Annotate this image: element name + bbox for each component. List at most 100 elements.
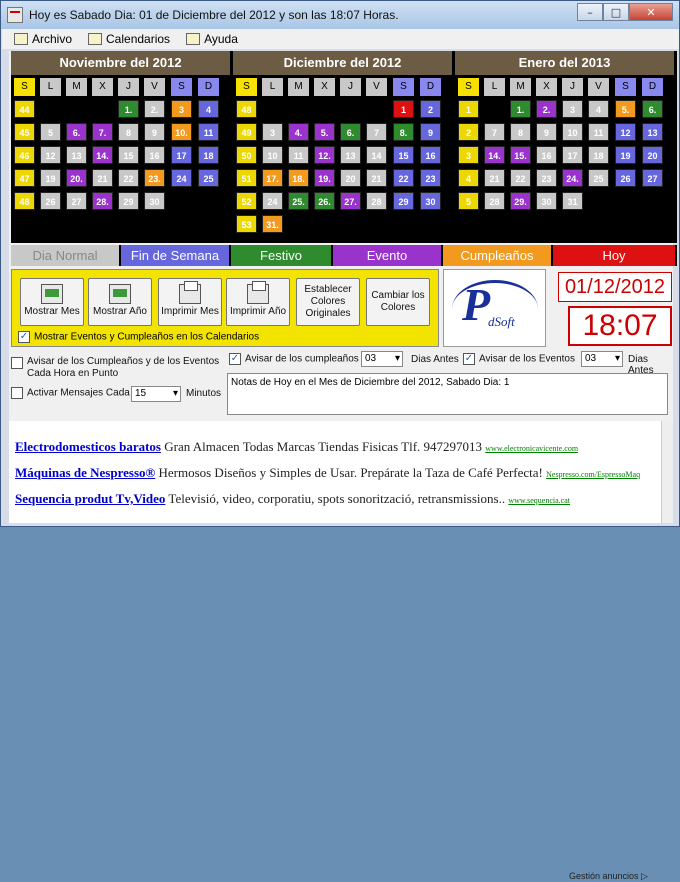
- day-cell[interactable]: 15.: [510, 146, 531, 164]
- day-cell[interactable]: 24.: [562, 169, 583, 187]
- day-cell[interactable]: 27: [66, 192, 87, 210]
- minimize-button[interactable]: –: [577, 3, 603, 21]
- day-cell[interactable]: 2: [420, 100, 441, 118]
- day-cell[interactable]: 29: [393, 192, 414, 210]
- day-cell[interactable]: 18.: [288, 169, 309, 187]
- day-cell[interactable]: 31.: [262, 215, 283, 233]
- imprimir-ano-button[interactable]: Imprimir Año: [226, 278, 290, 326]
- menu-archivo[interactable]: Archivo: [14, 32, 72, 46]
- day-cell[interactable]: 4: [198, 100, 219, 118]
- day-cell[interactable]: 30: [420, 192, 441, 210]
- day-cell[interactable]: 28: [484, 192, 505, 210]
- day-cell[interactable]: 7: [366, 123, 387, 141]
- day-cell[interactable]: 1: [393, 100, 414, 118]
- day-cell[interactable]: 5.: [615, 100, 636, 118]
- day-cell[interactable]: 8: [510, 123, 531, 141]
- day-cell[interactable]: 23: [420, 169, 441, 187]
- day-cell[interactable]: 30: [144, 192, 165, 210]
- day-cell[interactable]: 30: [536, 192, 557, 210]
- day-cell[interactable]: 6.: [66, 123, 87, 141]
- mostrar-ano-button[interactable]: Mostrar Año: [88, 278, 152, 326]
- ad-item[interactable]: Máquinas de Nespresso® Hermosos Diseños …: [15, 465, 640, 481]
- cambiar-colores-button[interactable]: Cambiar los Colores: [366, 278, 430, 326]
- day-cell[interactable]: 9: [144, 123, 165, 141]
- day-cell[interactable]: 3: [171, 100, 192, 118]
- day-cell[interactable]: 5.: [314, 123, 335, 141]
- day-cell[interactable]: 3: [562, 100, 583, 118]
- day-cell[interactable]: 14.: [92, 146, 113, 164]
- day-cell[interactable]: 6.: [642, 100, 663, 118]
- ads-scrollbar[interactable]: [661, 421, 673, 523]
- day-cell[interactable]: 8: [118, 123, 139, 141]
- day-cell[interactable]: 9: [420, 123, 441, 141]
- day-cell[interactable]: 25: [588, 169, 609, 187]
- ad-url[interactable]: Nespresso.com/EspressoMaq: [546, 470, 640, 479]
- day-cell[interactable]: 16: [536, 146, 557, 164]
- day-cell[interactable]: 14.: [484, 146, 505, 164]
- day-cell[interactable]: 12: [40, 146, 61, 164]
- menu-ayuda[interactable]: Ayuda: [186, 32, 238, 46]
- day-cell[interactable]: 16: [420, 146, 441, 164]
- day-cell[interactable]: 6.: [340, 123, 361, 141]
- day-cell[interactable]: 14: [366, 146, 387, 164]
- day-cell[interactable]: 26: [615, 169, 636, 187]
- day-cell[interactable]: 19: [40, 169, 61, 187]
- day-cell[interactable]: 12: [615, 123, 636, 141]
- ad-item[interactable]: Sequencia produt Tv,Video Televisió, vid…: [15, 491, 570, 507]
- day-cell[interactable]: 22: [118, 169, 139, 187]
- day-cell[interactable]: 4.: [288, 123, 309, 141]
- day-cell[interactable]: 5: [40, 123, 61, 141]
- establecer-colores-button[interactable]: Establecer Colores Originales: [296, 278, 360, 326]
- day-cell[interactable]: 10: [562, 123, 583, 141]
- day-cell[interactable]: 15: [118, 146, 139, 164]
- day-cell[interactable]: 11: [588, 123, 609, 141]
- day-cell[interactable]: 9: [536, 123, 557, 141]
- avisar-eventos-checkbox[interactable]: ✓: [463, 353, 475, 365]
- day-cell[interactable]: 27.: [340, 192, 361, 210]
- day-cell[interactable]: 27: [642, 169, 663, 187]
- day-cell[interactable]: 13: [66, 146, 87, 164]
- day-cell[interactable]: 2.: [144, 100, 165, 118]
- day-cell[interactable]: 11: [288, 146, 309, 164]
- day-cell[interactable]: 18: [588, 146, 609, 164]
- ad-headline[interactable]: Electrodomesticos baratos: [15, 439, 161, 454]
- day-cell[interactable]: 7: [484, 123, 505, 141]
- day-cell[interactable]: 3: [262, 123, 283, 141]
- activar-checkbox[interactable]: [11, 387, 23, 399]
- day-cell[interactable]: 20: [642, 146, 663, 164]
- avisar-hora-checkbox[interactable]: [11, 357, 23, 369]
- day-cell[interactable]: 13: [642, 123, 663, 141]
- day-cell[interactable]: 15: [393, 146, 414, 164]
- day-cell[interactable]: 23.: [144, 169, 165, 187]
- day-cell[interactable]: 29: [118, 192, 139, 210]
- day-cell[interactable]: 26.: [314, 192, 335, 210]
- day-cell[interactable]: 20: [340, 169, 361, 187]
- day-cell[interactable]: 10: [262, 146, 283, 164]
- day-cell[interactable]: 21: [366, 169, 387, 187]
- notes-box[interactable]: Notas de Hoy en el Mes de Diciembre del …: [227, 373, 668, 415]
- day-cell[interactable]: 22: [393, 169, 414, 187]
- day-cell[interactable]: 17.: [262, 169, 283, 187]
- mostrar-eventos-checkbox[interactable]: ✓: [18, 331, 30, 343]
- day-cell[interactable]: 20.: [66, 169, 87, 187]
- maximize-button[interactable]: □: [603, 3, 629, 21]
- gestion-anuncios-link[interactable]: Gestión anuncios ▷: [569, 871, 648, 882]
- ad-url[interactable]: www.electronicavicente.com: [485, 444, 578, 453]
- day-cell[interactable]: 19.: [314, 169, 335, 187]
- day-cell[interactable]: 13: [340, 146, 361, 164]
- day-cell[interactable]: 8.: [393, 123, 414, 141]
- day-cell[interactable]: 25.: [288, 192, 309, 210]
- avisar-cumple-checkbox[interactable]: ✓: [229, 353, 241, 365]
- close-button[interactable]: ✕: [629, 3, 673, 21]
- day-cell[interactable]: 2.: [536, 100, 557, 118]
- day-cell[interactable]: 16: [144, 146, 165, 164]
- ad-headline[interactable]: Máquinas de Nespresso®: [15, 465, 155, 480]
- day-cell[interactable]: 1.: [510, 100, 531, 118]
- ad-item[interactable]: Electrodomesticos baratos Gran Almacen T…: [15, 439, 578, 455]
- day-cell[interactable]: 25: [198, 169, 219, 187]
- day-cell[interactable]: 23: [536, 169, 557, 187]
- eventos-dias-select[interactable]: 03: [581, 351, 623, 367]
- day-cell[interactable]: 29.: [510, 192, 531, 210]
- day-cell[interactable]: 26: [40, 192, 61, 210]
- activar-minutos-select[interactable]: 15: [131, 386, 181, 402]
